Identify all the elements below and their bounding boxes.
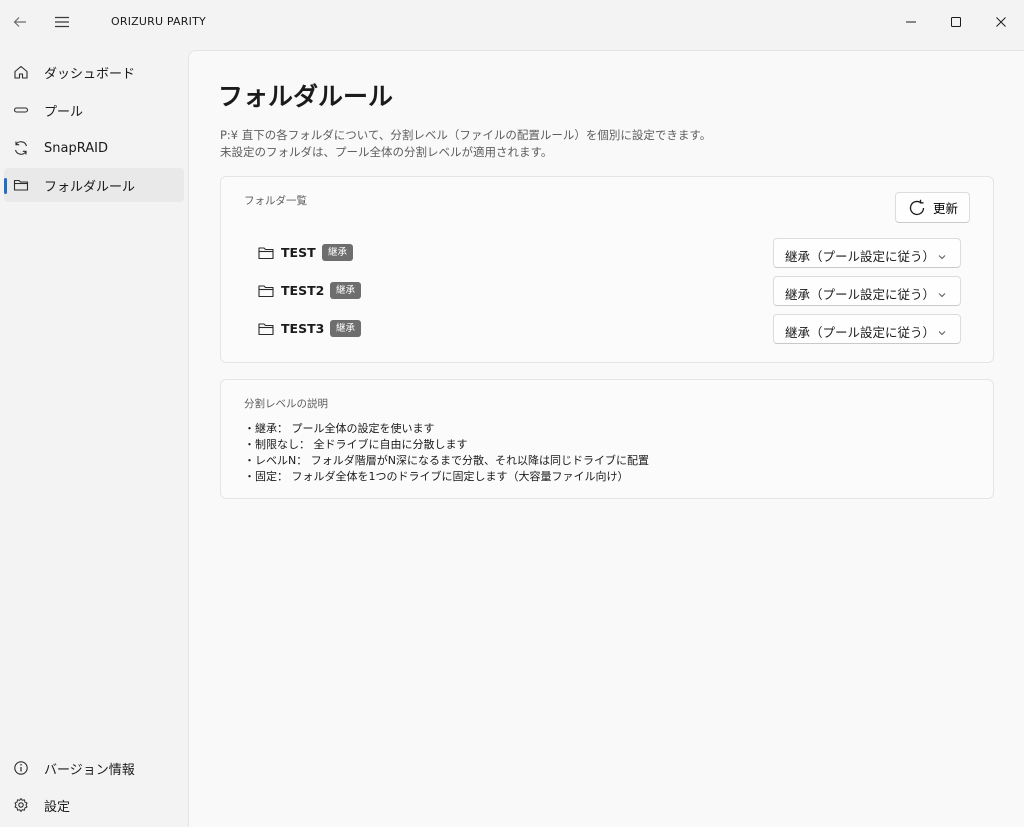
split-level-select[interactable]: 継承（プール設定に従う） — [773, 314, 961, 344]
sidebar-item-label: SnapRAID — [44, 140, 108, 156]
chevron-down-icon — [936, 324, 948, 336]
sidebar-item-dashboard[interactable]: ダッシュボード — [4, 55, 184, 89]
hamburger-icon[interactable] — [52, 12, 72, 32]
folder-icon — [12, 176, 30, 194]
title-bar: ORIZURU PARITY — [0, 0, 1024, 44]
sidebar-item-version-info[interactable]: バージョン情報 — [4, 751, 184, 785]
folder-name: TEST3 — [281, 321, 325, 336]
sidebar-item-snapraid[interactable]: SnapRAID — [4, 131, 184, 165]
explanation-line: ・継承： プール全体の設定を使います — [244, 422, 435, 435]
app-title: ORIZURU PARITY — [111, 15, 206, 28]
sidebar-item-settings[interactable]: 設定 — [4, 788, 184, 822]
status-badge: 継承 — [322, 244, 354, 261]
status-badge: 継承 — [330, 320, 362, 337]
description-line: 未設定のフォルダは、プール全体の分割レベルが適用されます。 — [220, 145, 553, 159]
card-caption: 分割レベルの説明 — [244, 398, 328, 410]
sidebar-item-label: バージョン情報 — [44, 762, 135, 778]
explanation-line: ・制限なし： 全ドライブに自由に分散します — [244, 438, 468, 451]
folder-icon — [257, 244, 275, 262]
sidebar-item-folder-rules[interactable]: フォルダルール — [4, 168, 184, 202]
sidebar-item-label: プール — [44, 104, 84, 120]
sidebar-item-pool[interactable]: プール — [4, 93, 184, 127]
gear-icon — [12, 796, 30, 814]
select-value: 継承（プール設定に従う） — [785, 325, 936, 340]
folder-name: TEST — [281, 245, 316, 260]
sidebar-item-label: ダッシュボード — [44, 66, 136, 82]
folder-name: TEST2 — [281, 283, 325, 298]
card-caption: フォルダ一覧 — [244, 195, 307, 207]
info-icon — [12, 759, 30, 777]
split-level-select[interactable]: 継承（プール設定に従う） — [773, 276, 961, 306]
sidebar-item-label: 設定 — [44, 799, 71, 815]
back-arrow-icon[interactable] — [10, 12, 30, 32]
folder-icon — [257, 282, 275, 300]
folder-row: TEST 継承 継承（プール設定に従う） — [257, 238, 961, 268]
folder-list-card: フォルダ一覧 更新 TEST 継承 継承（プール設定に従う） TEST2 継承 … — [220, 176, 994, 363]
main-content: フォルダルール P:¥ 直下の各フォルダについて、分割レベル（ファイルの配置ルー… — [188, 50, 1024, 827]
minimize-icon[interactable] — [896, 8, 926, 36]
select-value: 継承（プール設定に従う） — [785, 249, 936, 264]
sidebar-item-label: フォルダルール — [44, 179, 136, 195]
split-level-select[interactable]: 継承（プール設定に従う） — [773, 238, 961, 268]
refresh-icon — [907, 198, 927, 218]
page-title: フォルダルール — [218, 82, 394, 111]
select-value: 継承（プール設定に従う） — [785, 287, 936, 302]
sync-icon — [12, 139, 30, 157]
chevron-down-icon — [936, 286, 948, 298]
status-badge: 継承 — [330, 282, 362, 299]
home-icon — [12, 63, 30, 81]
close-icon[interactable] — [986, 8, 1016, 36]
refresh-label: 更新 — [932, 202, 958, 216]
folder-icon — [257, 320, 275, 338]
split-level-explanation-card: 分割レベルの説明 ・継承： プール全体の設定を使います ・制限なし： 全ドライブ… — [220, 379, 994, 499]
description-line: P:¥ 直下の各フォルダについて、分割レベル（ファイルの配置ルール）を個別に設定… — [220, 128, 712, 142]
folder-row: TEST3 継承 継承（プール設定に従う） — [257, 314, 961, 344]
folder-row: TEST2 継承 継承（プール設定に従う） — [257, 276, 961, 306]
explanation-line: ・レベルN： フォルダ階層がN深になるまで分散、それ以降は同じドライブに配置 — [244, 454, 649, 467]
explanation-line: ・固定： フォルダ全体を1つのドライブに固定します（大容量ファイル向け） — [244, 470, 629, 483]
chevron-down-icon — [936, 248, 948, 260]
maximize-icon[interactable] — [941, 8, 971, 36]
refresh-button[interactable]: 更新 — [895, 192, 970, 223]
pool-icon — [12, 101, 30, 119]
selection-indicator — [4, 178, 7, 194]
